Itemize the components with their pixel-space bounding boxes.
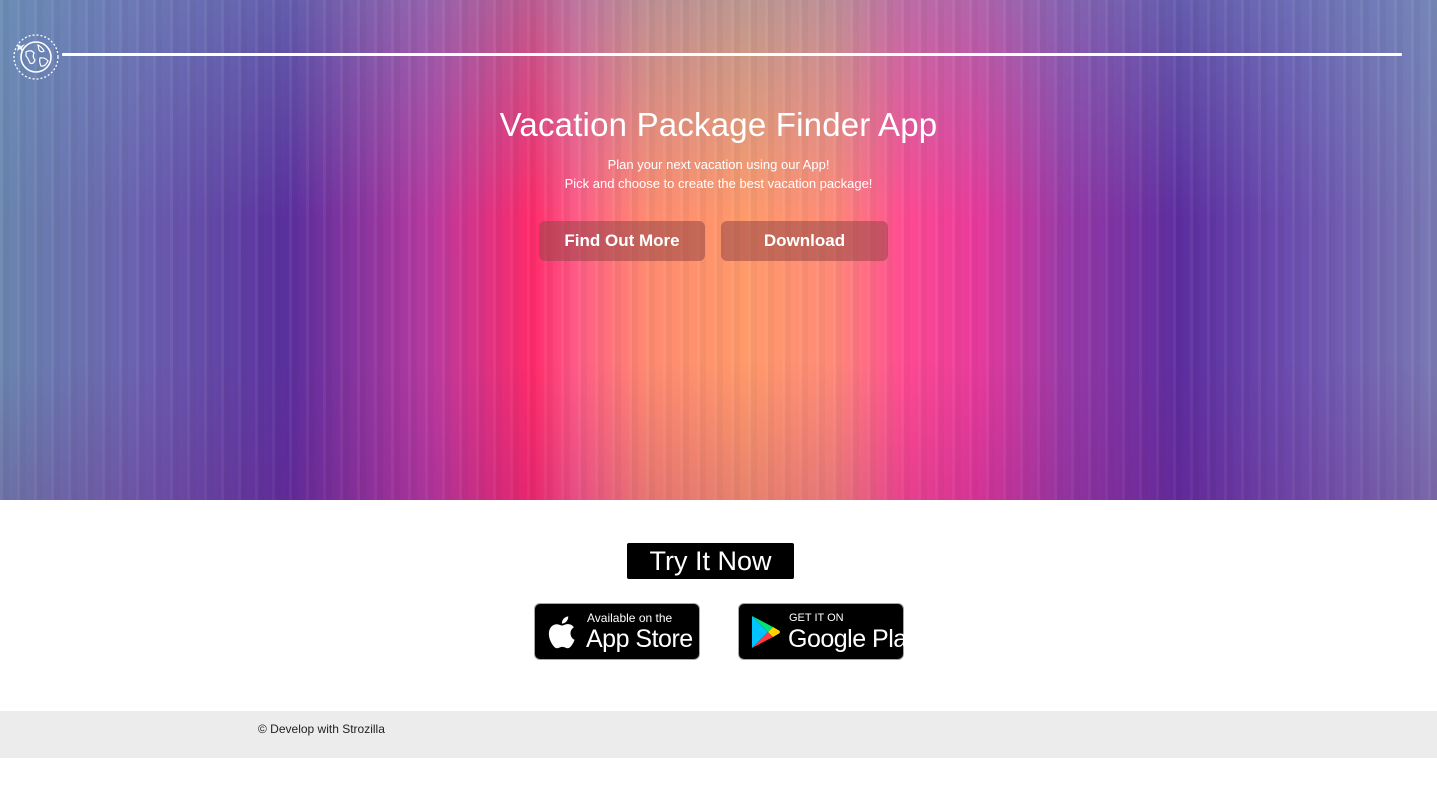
footer-copyright: © Develop with Strozilla xyxy=(258,722,385,736)
hero-subtitle-line: Plan your next vacation using our App! xyxy=(607,157,830,172)
try-it-now-heading: Try It Now xyxy=(627,543,794,579)
app-store-badge[interactable]: Available on the App Store xyxy=(534,603,700,660)
apple-icon xyxy=(548,616,575,649)
globe-airplane-icon[interactable] xyxy=(11,32,61,82)
hero-subtitle: Plan your next vacation using our App! P… xyxy=(0,155,1437,193)
hero-section: Vacation Package Finder App Plan your ne… xyxy=(0,0,1437,500)
hero-subtitle-line: Pick and choose to create the best vacat… xyxy=(564,176,873,191)
hero-background-shade xyxy=(0,360,1437,500)
page-title: Vacation Package Finder App xyxy=(499,106,938,143)
google-play-big-text: Google Play xyxy=(788,625,919,653)
footer: © Develop with Strozilla xyxy=(0,711,1437,758)
download-button[interactable]: Download xyxy=(721,221,888,261)
google-play-badge[interactable]: GET IT ON Google Play xyxy=(738,603,919,660)
find-out-more-button[interactable]: Find Out More xyxy=(539,221,705,261)
app-store-small-text: Available on the xyxy=(587,611,673,625)
google-play-small-text: GET IT ON xyxy=(789,612,844,624)
google-play-icon xyxy=(752,616,780,648)
app-store-big-text: App Store xyxy=(586,625,693,653)
header-divider xyxy=(62,53,1402,56)
